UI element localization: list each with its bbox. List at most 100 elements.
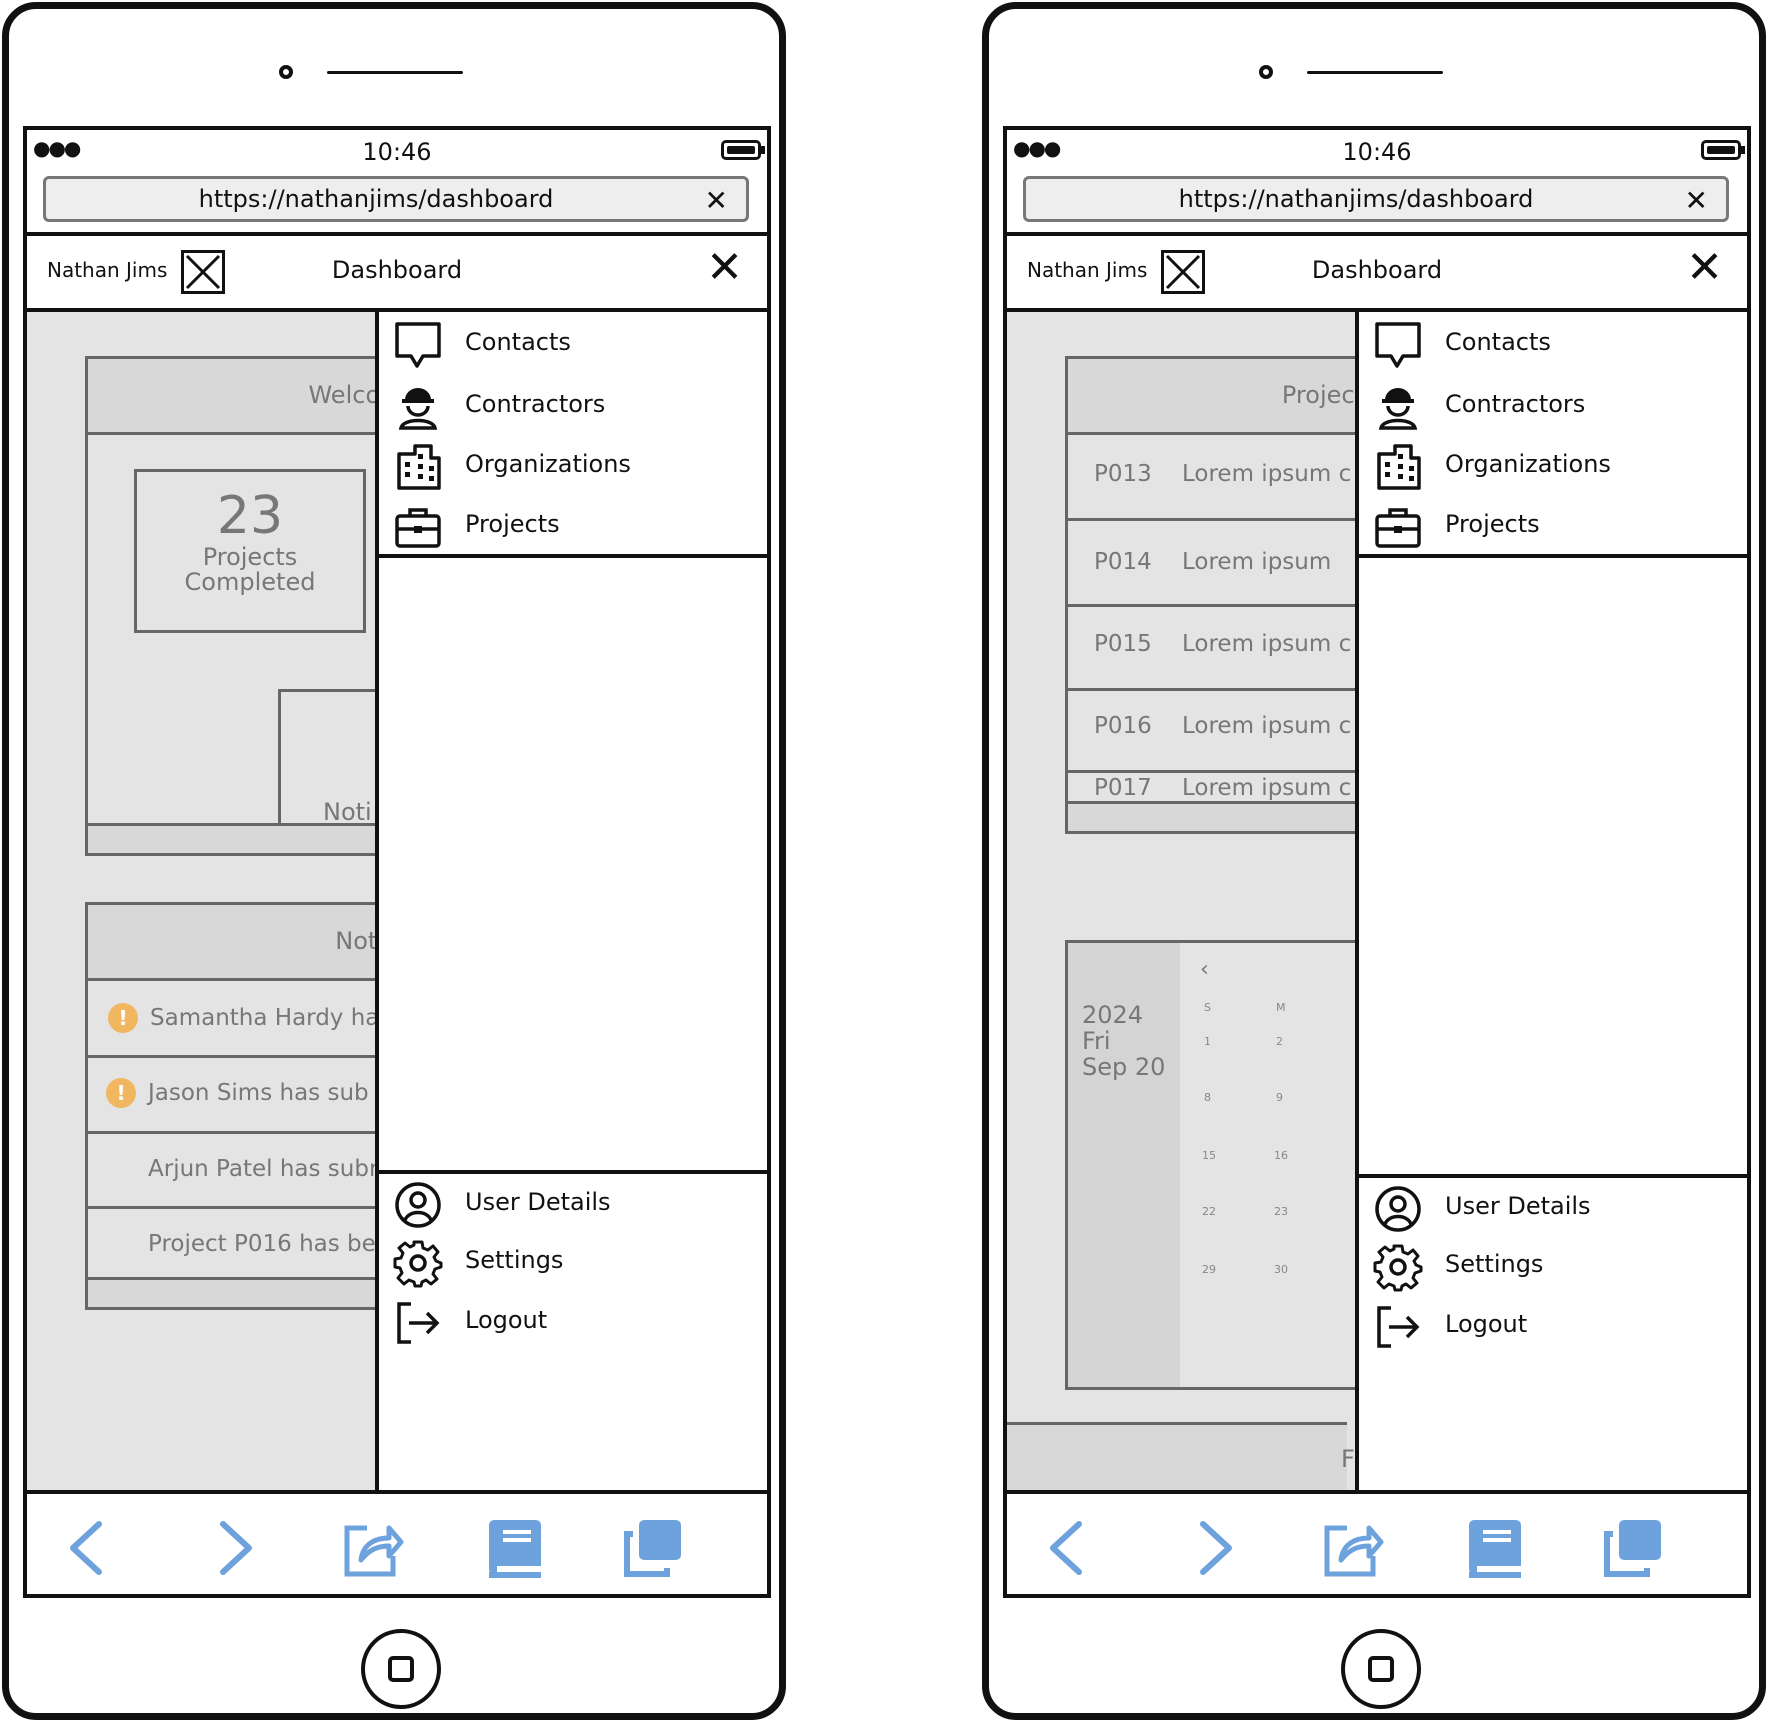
notification-text: Jason Sims has sub <box>148 1080 369 1106</box>
project-id: P017 <box>1094 775 1152 801</box>
calendar-day-cell[interactable]: 23 <box>1274 1205 1288 1218</box>
calendar-widget: 2024 Fri Sep 20 ‹ S M 1 2 8 9 15 16 22 2… <box>1065 940 1365 1390</box>
menu-label: Organizations <box>1445 450 1611 478</box>
project-row[interactable]: P013 Lorem ipsum c <box>1068 435 1362 521</box>
menu-label: Projects <box>1445 510 1540 538</box>
notification-row[interactable]: Arjun Patel has subr <box>88 1134 382 1209</box>
screen: ●●● 10:46 https://nathanjims/dashboard ✕… <box>23 126 771 1598</box>
calendar-day-cell[interactable]: 15 <box>1202 1149 1216 1162</box>
menu-item-projects[interactable]: Projects <box>379 494 767 558</box>
menu-item-contractors[interactable]: Contractors <box>379 374 767 438</box>
browser-toolbar <box>1007 1490 1747 1594</box>
home-button[interactable] <box>1341 1629 1421 1709</box>
back-icon[interactable] <box>1037 1516 1101 1580</box>
clear-url-icon[interactable]: ✕ <box>705 184 728 217</box>
menu-item-user-details[interactable]: User Details <box>379 1174 767 1236</box>
project-id: P015 <box>1094 631 1152 657</box>
project-row[interactable]: P014 Lorem ipsum <box>1068 521 1362 607</box>
tabs-icon[interactable] <box>1601 1516 1665 1580</box>
project-desc: Lorem ipsum c <box>1182 461 1352 487</box>
menu-label: Contacts <box>465 328 571 356</box>
speaker <box>327 71 463 74</box>
menu-item-contractors[interactable]: Contractors <box>1359 374 1747 438</box>
menu-item-projects[interactable]: Projects <box>1359 494 1747 558</box>
browser-toolbar <box>27 1490 767 1594</box>
close-menu-icon[interactable]: ✕ <box>1686 246 1723 290</box>
project-desc: Lorem ipsum c <box>1182 631 1352 657</box>
project-id: P016 <box>1094 713 1152 739</box>
welcome-panel: Welcor 23 Projects Completed Noti <box>85 356 428 856</box>
bookmarks-icon[interactable] <box>483 1516 547 1580</box>
project-desc: Lorem ipsum c <box>1182 775 1352 801</box>
camera <box>1259 65 1273 79</box>
project-id: P014 <box>1094 549 1152 575</box>
projects-panel-footer <box>1068 801 1362 831</box>
menu-item-contacts[interactable]: Contacts <box>379 312 767 378</box>
menu-item-settings[interactable]: Settings <box>1359 1236 1747 1298</box>
camera <box>279 65 293 79</box>
welcome-panel-header: Welcor <box>88 359 390 435</box>
calendar-day-cell[interactable]: 8 <box>1204 1091 1211 1104</box>
notification-text: Project P016 has be <box>148 1231 376 1257</box>
battery-icon <box>721 140 761 160</box>
calendar-day-cell[interactable]: 1 <box>1204 1035 1211 1048</box>
status-time: 10:46 <box>1342 138 1412 166</box>
stat-label-line1: Projects <box>202 543 298 572</box>
account-menu: User Details Settings Logout <box>379 1170 767 1356</box>
menu-item-contacts[interactable]: Contacts <box>1359 312 1747 378</box>
menu-label: Contractors <box>465 390 606 418</box>
calendar-day-cell[interactable]: 9 <box>1276 1091 1283 1104</box>
stat-label-line2: Completed <box>184 568 316 597</box>
logout-icon <box>1377 1306 1420 1348</box>
calendar-day-cell[interactable]: 30 <box>1274 1263 1288 1276</box>
calendar-prev-month-icon[interactable]: ‹ <box>1200 957 1209 982</box>
status-time: 10:46 <box>362 138 432 166</box>
side-menu: Contacts Contractors Organizations Proje… <box>375 312 767 1498</box>
menu-item-logout[interactable]: Logout <box>379 1290 767 1356</box>
app-header: Nathan Jims Dashboard ✕ <box>27 236 767 312</box>
notification-row[interactable]: ! Jason Sims has sub <box>88 1058 382 1134</box>
calendar-day: Sep 20 <box>1082 1052 1166 1081</box>
url-field[interactable]: https://nathanjims/dashboard ✕ <box>43 176 749 222</box>
calendar-day-cell[interactable]: 22 <box>1202 1205 1216 1218</box>
notification-row[interactable]: ! Samantha Hardy ha <box>88 981 382 1058</box>
calendar-day-header: M <box>1276 1001 1286 1014</box>
menu-item-organizations[interactable]: Organizations <box>379 434 767 498</box>
clear-url-icon[interactable]: ✕ <box>1685 184 1708 217</box>
project-row[interactable]: P015 Lorem ipsum c <box>1068 607 1362 691</box>
back-icon[interactable] <box>57 1516 121 1580</box>
notification-row[interactable]: Project P016 has be <box>88 1209 382 1285</box>
menu-item-logout[interactable]: Logout <box>1359 1294 1747 1360</box>
bookmarks-icon[interactable] <box>1463 1516 1527 1580</box>
app-header: Nathan Jims Dashboard ✕ <box>1007 236 1747 312</box>
home-button[interactable] <box>361 1629 441 1709</box>
screen: ●●● 10:46 https://nathanjims/dashboard ✕… <box>1003 126 1751 1598</box>
notifications-panel-header: Noti <box>88 905 384 981</box>
building-icon <box>1377 444 1421 490</box>
calendar-day-header: S <box>1204 1001 1211 1014</box>
menu-item-organizations[interactable]: Organizations <box>1359 434 1747 498</box>
chat-bubble-icon <box>395 322 441 368</box>
notifications-panel: Noti ! Samantha Hardy ha ! Jason Sims ha… <box>85 902 385 1310</box>
forward-icon[interactable] <box>201 1516 265 1580</box>
page-title: Dashboard <box>331 256 463 284</box>
url-field[interactable]: https://nathanjims/dashboard ✕ <box>1023 176 1729 222</box>
forward-icon[interactable] <box>1181 1516 1245 1580</box>
notification-text: Samantha Hardy ha <box>150 1005 380 1031</box>
menu-label: Organizations <box>465 450 631 478</box>
project-row[interactable]: P016 Lorem ipsum c <box>1068 691 1362 773</box>
menu-item-settings[interactable]: Settings <box>379 1232 767 1294</box>
building-icon <box>397 444 441 490</box>
calendar-day-cell[interactable]: 29 <box>1202 1263 1216 1276</box>
calendar-day-cell[interactable]: 2 <box>1276 1035 1283 1048</box>
menu-item-user-details[interactable]: User Details <box>1359 1178 1747 1240</box>
notifications-panel-footer <box>88 1277 382 1307</box>
close-menu-icon[interactable]: ✕ <box>706 246 743 290</box>
calendar-day-cell[interactable]: 16 <box>1274 1149 1288 1162</box>
battery-icon <box>1701 140 1741 160</box>
tabs-icon[interactable] <box>621 1516 685 1580</box>
share-icon[interactable] <box>1321 1516 1385 1580</box>
projects-completed-card[interactable]: 23 Projects Completed <box>134 469 366 633</box>
briefcase-icon <box>395 508 441 548</box>
share-icon[interactable] <box>341 1516 405 1580</box>
